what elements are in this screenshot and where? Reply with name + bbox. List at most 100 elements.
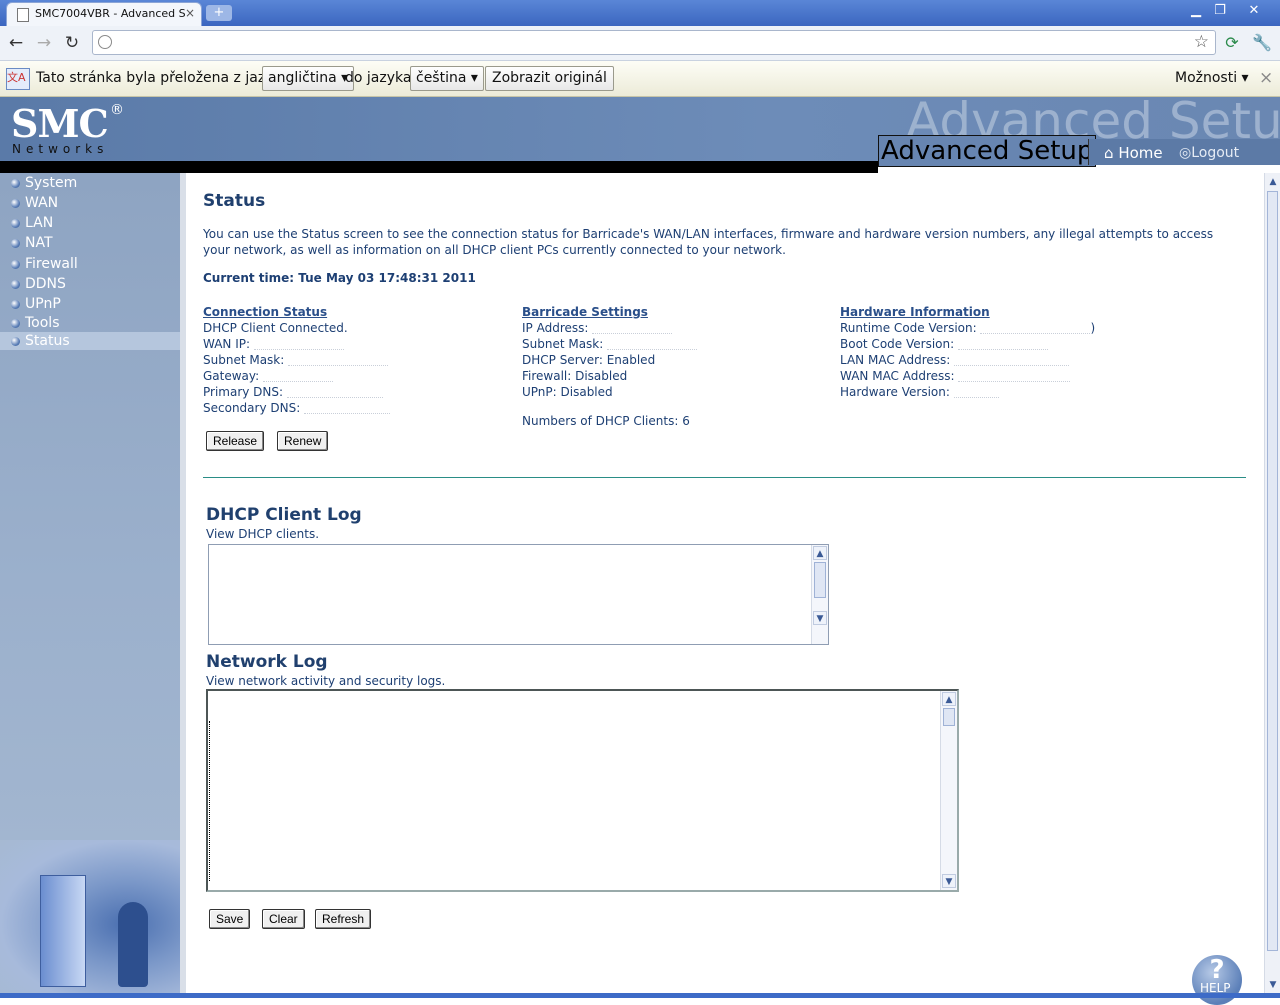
show-original-button[interactable]: Zobrazit originál	[485, 66, 614, 91]
bullet-icon	[11, 300, 20, 309]
window-titlebar: SMC7004VBR - Advanced S... × + ▁ ❐ ✕	[0, 0, 1280, 26]
header-divider	[0, 161, 878, 173]
wan-ip-row: WAN IP:	[203, 336, 390, 352]
scroll-thumb[interactable]	[1267, 191, 1278, 951]
tab-title: SMC7004VBR - Advanced S...	[35, 7, 185, 20]
redacted-value	[253, 339, 344, 350]
dhcp-log-scrollbar[interactable]: ▲ ▼	[811, 545, 828, 644]
upnp-row: UPnP: Disabled	[522, 385, 613, 399]
dhcp-log-heading: DHCP Client Log	[206, 505, 362, 525]
hardware-information-heading[interactable]: Hardware Information	[840, 304, 1095, 320]
new-tab-button[interactable]: +	[206, 5, 232, 21]
sidebar-item-nat[interactable]: NAT	[0, 234, 180, 252]
network-log-subtitle: View network activity and security logs.	[206, 674, 446, 688]
doorway-graphic	[40, 875, 86, 987]
minimize-icon[interactable]: ▁	[1184, 2, 1208, 20]
tab-close-icon[interactable]: ×	[185, 6, 195, 20]
sidebar-item-system[interactable]: System	[0, 174, 180, 192]
redacted-value	[263, 371, 334, 382]
gateway-label: Gateway:	[203, 369, 260, 383]
connection-status-heading[interactable]: Connection Status	[203, 304, 390, 320]
bullet-icon	[11, 319, 20, 328]
sidebar-item-wan[interactable]: WAN	[0, 194, 180, 212]
infobar-close-icon[interactable]: ×	[1259, 68, 1273, 88]
home-link[interactable]: ⌂ Home	[1104, 144, 1163, 162]
back-arrow-icon[interactable]: ←	[5, 32, 27, 54]
save-button[interactable]: Save	[209, 909, 251, 929]
sidebar-item-label: Tools	[25, 315, 60, 331]
browser-tab[interactable]: SMC7004VBR - Advanced S... ×	[6, 2, 202, 26]
logo-subtitle: Networks	[12, 142, 109, 156]
sidebar-item-lan[interactable]: LAN	[0, 214, 180, 232]
hardware-information-section: Hardware Information Runtime Code Versio…	[840, 304, 1095, 400]
section-divider	[203, 477, 1246, 478]
refresh-button[interactable]: Refresh	[315, 909, 372, 929]
translate-message: Tato stránka byla přeložena z jazyka	[36, 70, 290, 86]
scroll-thumb[interactable]	[814, 562, 826, 598]
scroll-down-icon[interactable]: ▼	[942, 874, 956, 888]
lan-ip-row: IP Address:	[522, 320, 697, 336]
scroll-up-icon[interactable]: ▲	[942, 692, 956, 706]
sidebar-item-label: LAN	[25, 215, 54, 231]
wan-mac-row: WAN MAC Address:	[840, 368, 1095, 384]
release-button[interactable]: Release	[206, 431, 265, 451]
home-icon: ⌂	[1104, 144, 1114, 162]
boot-code-label: Boot Code Version:	[840, 337, 955, 351]
scroll-down-icon[interactable]: ▼	[1266, 978, 1280, 992]
restore-icon[interactable]: ❐	[1208, 2, 1232, 20]
scroll-up-icon[interactable]: ▲	[1266, 175, 1280, 189]
current-time: Current time: Tue May 03 17:48:31 2011	[203, 271, 476, 285]
sidebar-item-label: System	[25, 175, 78, 191]
renew-button[interactable]: Renew	[277, 431, 329, 451]
redacted-value	[592, 323, 673, 334]
redacted-value	[304, 403, 391, 414]
browser-toolbar: ← → ↻ ☆ ⟳ 🔧	[0, 26, 1280, 61]
options-menu[interactable]: Možnosti ▾	[1175, 70, 1249, 86]
bullet-icon	[11, 337, 20, 346]
logo-registered: ®	[110, 102, 124, 118]
bullet-icon	[11, 179, 20, 188]
extension-icon[interactable]: ⟳	[1222, 33, 1242, 53]
scroll-down-icon[interactable]: ▼	[813, 611, 827, 625]
scroll-thumb[interactable]	[943, 708, 955, 726]
redacted-value	[980, 323, 1091, 334]
page-title: Advanced Setup	[878, 135, 1097, 167]
runtime-code-label: Runtime Code Version:	[840, 321, 977, 335]
from-language-value: angličtina	[268, 70, 337, 86]
sidebar-item-label: NAT	[25, 235, 53, 251]
sidebar-item-tools[interactable]: Tools	[0, 314, 180, 332]
secondary-dns-row: Secondary DNS:	[203, 400, 391, 416]
to-language-value: čeština	[416, 70, 467, 86]
redacted-value	[954, 355, 1070, 366]
clear-button[interactable]: Clear	[262, 909, 305, 929]
dhcp-log-textarea[interactable]: ▲ ▼	[208, 544, 829, 645]
sidebar-item-status[interactable]: Status	[0, 332, 180, 350]
barricade-settings-heading[interactable]: Barricade Settings	[522, 304, 697, 320]
reload-icon[interactable]: ↻	[61, 32, 83, 54]
sidebar-item-upnp[interactable]: UPnP	[0, 295, 180, 313]
boot-code-row: Boot Code Version:	[840, 336, 1095, 352]
address-bar[interactable]: ☆	[92, 30, 1216, 55]
network-log-textarea[interactable]: ▲ ▼	[206, 689, 959, 892]
page-icon	[17, 8, 29, 22]
to-language-select[interactable]: čeština ▾	[410, 66, 484, 91]
bookmark-star-icon[interactable]: ☆	[1194, 32, 1209, 52]
bullet-icon	[11, 260, 20, 269]
wan-ip-label: WAN IP:	[203, 337, 251, 351]
page-scrollbar[interactable]: ▲ ▼	[1264, 173, 1280, 993]
network-log-scrollbar[interactable]: ▲ ▼	[940, 691, 957, 890]
forward-arrow-icon[interactable]: →	[33, 32, 55, 54]
sidebar-item-firewall[interactable]: Firewall	[0, 255, 180, 273]
taskbar-edge	[0, 993, 1280, 998]
wrench-icon[interactable]: 🔧	[1252, 33, 1272, 53]
sidebar-item-ddns[interactable]: DDNS	[0, 275, 180, 293]
runtime-code-row: Runtime Code Version: )	[840, 320, 1095, 336]
from-language-select[interactable]: angličtina ▾	[262, 66, 355, 91]
secondary-dns-label: Secondary DNS:	[203, 401, 301, 415]
logout-link[interactable]: ◎Logout	[1179, 145, 1239, 161]
scroll-up-icon[interactable]: ▲	[813, 546, 827, 560]
firewall-row: Firewall: Disabled	[522, 369, 628, 383]
bullet-icon	[11, 239, 20, 248]
redacted-value	[288, 355, 389, 366]
window-close-icon[interactable]: ✕	[1242, 2, 1266, 20]
